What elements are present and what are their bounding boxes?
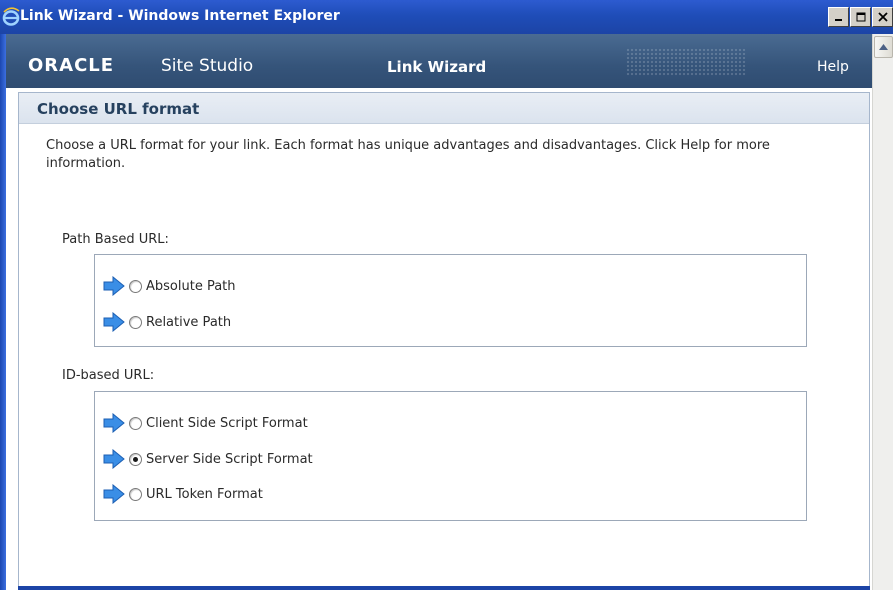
vertical-scrollbar[interactable] <box>872 34 893 590</box>
window-controls <box>828 7 893 27</box>
chevron-up-icon <box>879 44 888 50</box>
option-client-side-script[interactable]: Client Side Script Format <box>103 412 308 434</box>
app-header: ORACLE Site Studio Link Wizard Help <box>6 34 872 88</box>
blue-arrow-icon <box>103 413 125 433</box>
path-based-url-group: Absolute Path Relative Path <box>94 254 807 347</box>
radio-relative-path[interactable] <box>129 315 142 329</box>
maximize-button[interactable] <box>850 7 871 27</box>
option-absolute-path[interactable]: Absolute Path <box>103 275 236 297</box>
internet-explorer-icon <box>2 7 20 26</box>
window-title-bar[interactable]: Link Wizard - Windows Internet Explorer <box>0 0 893 34</box>
window-frame-bottom <box>18 586 870 590</box>
blue-arrow-icon <box>103 449 125 469</box>
window-frame-left <box>0 34 6 590</box>
blue-arrow-icon <box>103 484 125 504</box>
close-button[interactable] <box>872 7 893 27</box>
scroll-up-button[interactable] <box>874 36 893 58</box>
option-label: Relative Path <box>146 314 232 330</box>
maximize-icon <box>856 12 865 22</box>
minimize-button[interactable] <box>828 7 849 27</box>
intro-text: Choose a URL format for your link. Each … <box>46 138 770 171</box>
option-label: Server Side Script Format <box>146 451 313 467</box>
option-url-token[interactable]: URL Token Format <box>103 483 263 505</box>
radio-absolute-path[interactable] <box>129 279 142 293</box>
close-icon <box>877 12 888 22</box>
id-based-url-group: Client Side Script Format Server Side Sc… <box>94 391 807 521</box>
id-based-url-label: ID-based URL: <box>62 368 155 383</box>
wizard-panel: Choose URL format Choose a URL format fo… <box>18 92 870 590</box>
option-label: URL Token Format <box>146 486 263 502</box>
option-server-side-script[interactable]: Server Side Script Format <box>103 448 313 470</box>
product-name: Site Studio <box>161 56 254 76</box>
radio-server-side-script[interactable] <box>129 452 142 466</box>
wizard-title: Link Wizard <box>387 58 487 76</box>
blue-arrow-icon <box>103 312 125 332</box>
help-link[interactable]: Help <box>817 59 849 75</box>
header-pattern <box>626 48 746 76</box>
minimize-icon <box>834 19 842 21</box>
blue-arrow-icon <box>103 276 125 296</box>
window-title: Link Wizard - Windows Internet Explorer <box>20 8 340 24</box>
option-relative-path[interactable]: Relative Path <box>103 311 231 333</box>
oracle-logo: ORACLE <box>28 55 115 76</box>
option-label: Client Side Script Format <box>146 415 308 431</box>
radio-url-token[interactable] <box>129 487 142 501</box>
panel-heading: Choose URL format <box>19 93 869 124</box>
path-based-url-label: Path Based URL: <box>62 232 169 247</box>
radio-client-side-script[interactable] <box>129 416 142 430</box>
option-label: Absolute Path <box>146 278 236 294</box>
